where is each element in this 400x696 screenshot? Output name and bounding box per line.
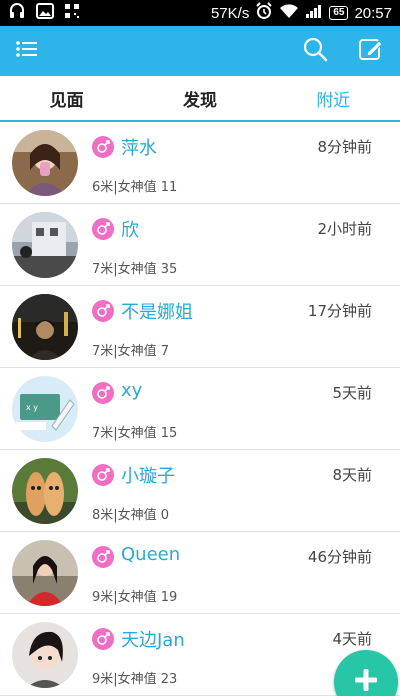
nearby-user-list: 萍水 8分钟前 6米|女神值 11 欣 2小时前 7米|女神值 35 不是娜姐 … — [0, 122, 400, 696]
image-icon — [36, 3, 54, 23]
last-active-time: 8天前 — [332, 466, 372, 484]
menu-button[interactable] — [12, 36, 42, 66]
last-active-time: 2小时前 — [317, 220, 372, 238]
plus-icon — [353, 667, 379, 696]
distance-score: 7米|女神值 35 — [92, 262, 178, 277]
list-item[interactable]: 萍水 8分钟前 6米|女神值 11 — [0, 122, 400, 204]
list-item[interactable]: 小璇子 8天前 8米|女神值 0 — [0, 450, 400, 532]
user-name: 小璇子 — [121, 466, 175, 487]
last-active-time: 4天前 — [332, 630, 372, 648]
female-icon — [92, 218, 114, 240]
distance-score: 7米|女神值 15 — [92, 426, 178, 441]
search-button[interactable] — [300, 36, 330, 66]
user-name: 萍水 — [121, 138, 157, 159]
last-active-time: 17分钟前 — [307, 302, 372, 320]
avatar[interactable] — [12, 458, 78, 524]
network-speed: 57K/s — [210, 4, 250, 22]
avatar[interactable]: x y — [12, 376, 78, 442]
tab-bar: 见面 发现 附近 — [0, 76, 400, 122]
avatar[interactable] — [12, 540, 78, 606]
female-icon — [92, 136, 114, 158]
wifi-icon — [279, 3, 299, 23]
qr-icon — [64, 3, 80, 23]
user-name: 天边Jan — [121, 630, 185, 651]
distance-score: 6米|女神值 11 — [92, 180, 178, 195]
alarm-icon — [255, 2, 273, 24]
list-item[interactable]: x y xy 5天前 7米|女神值 15 — [0, 368, 400, 450]
female-icon — [92, 546, 114, 568]
list-item[interactable]: 欣 2小时前 7米|女神值 35 — [0, 204, 400, 286]
avatar[interactable] — [12, 294, 78, 360]
search-icon — [302, 36, 328, 66]
avatar[interactable] — [12, 130, 78, 196]
female-icon — [92, 300, 114, 322]
female-icon — [92, 628, 114, 650]
compose-button[interactable] — [356, 36, 386, 66]
distance-score: 9米|女神值 23 — [92, 672, 178, 687]
distance-score: 7米|女神值 7 — [92, 344, 170, 359]
tab-meet[interactable]: 见面 — [0, 76, 133, 120]
last-active-time: 5天前 — [332, 384, 372, 402]
last-active-time: 8分钟前 — [317, 138, 372, 156]
female-icon — [92, 464, 114, 486]
svg-text:x y: x y — [26, 403, 38, 412]
battery-indicator: 65 — [329, 6, 349, 20]
tab-nearby[interactable]: 附近 — [267, 76, 400, 120]
user-name: xy — [121, 380, 143, 401]
list-item[interactable]: 不是娜姐 17分钟前 7米|女神值 7 — [0, 286, 400, 368]
avatar[interactable] — [12, 622, 78, 688]
tab-discover[interactable]: 发现 — [133, 76, 266, 120]
headset-icon — [8, 2, 26, 24]
user-name: 欣 — [121, 220, 139, 241]
signal-icon — [305, 3, 323, 23]
distance-score: 9米|女神值 19 — [92, 590, 178, 605]
compose-icon — [358, 36, 384, 66]
list-item[interactable]: Queen 46分钟前 9米|女神值 19 — [0, 532, 400, 614]
clock: 20:57 — [354, 4, 392, 22]
app-bar — [0, 26, 400, 76]
menu-icon — [16, 40, 38, 62]
avatar[interactable] — [12, 212, 78, 278]
last-active-time: 46分钟前 — [307, 548, 372, 566]
user-name: 不是娜姐 — [121, 302, 193, 323]
status-bar: 57K/s 65 20:57 — [0, 0, 400, 26]
distance-score: 8米|女神值 0 — [92, 508, 170, 523]
user-name: Queen — [121, 544, 181, 565]
female-icon — [92, 382, 114, 404]
